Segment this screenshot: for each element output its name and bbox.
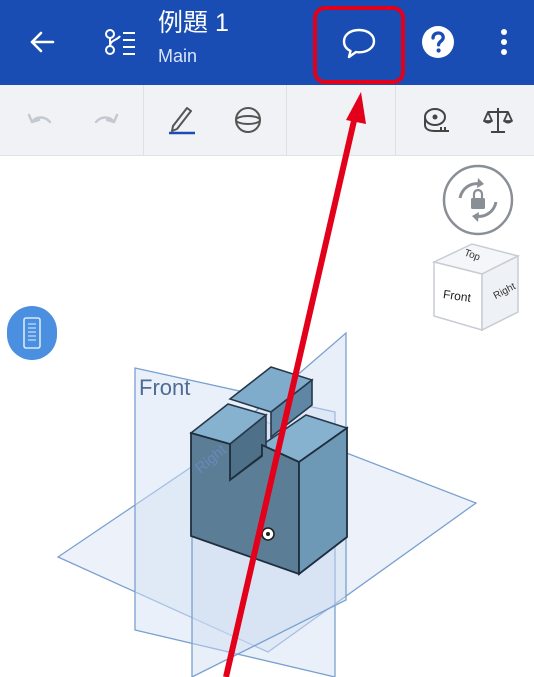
back-arrow-icon <box>30 31 55 53</box>
help-button[interactable] <box>416 20 460 64</box>
workspace-name[interactable]: Main <box>158 45 197 67</box>
view-rotation-lock-button[interactable] <box>440 162 516 238</box>
plane-tool-button[interactable] <box>216 85 280 155</box>
feature-list-icon <box>23 317 41 349</box>
3d-viewport[interactable]: Front Right Top Front Right <box>0 156 534 677</box>
document-title[interactable]: 例題 1 <box>158 8 229 38</box>
toolbar <box>0 85 534 156</box>
mass-properties-button[interactable] <box>468 85 528 155</box>
back-button[interactable] <box>20 22 64 62</box>
mass-properties-icon <box>483 108 513 133</box>
version-graph-icon <box>105 29 135 55</box>
toolbar-divider <box>286 85 287 155</box>
sketch-button[interactable] <box>150 85 214 155</box>
help-icon <box>422 26 454 58</box>
measure-tape-icon <box>424 108 449 132</box>
plane-sphere-icon <box>235 107 261 133</box>
undo-button[interactable] <box>8 85 72 155</box>
app-bar: 例題 1 Main <box>0 0 534 85</box>
front-plane-label: Front <box>139 375 191 400</box>
sketch-pencil-icon <box>169 107 195 135</box>
annotation-highlight-box <box>313 6 405 84</box>
measure-button[interactable] <box>405 85 465 155</box>
redo-button[interactable] <box>74 85 138 155</box>
feature-list-toggle-button[interactable] <box>7 306 57 360</box>
redo-icon <box>94 113 119 124</box>
more-vert-icon <box>501 29 507 55</box>
rotation-lock-icon <box>442 164 514 236</box>
more-menu-button[interactable] <box>488 20 520 64</box>
toolbar-divider <box>395 85 396 155</box>
toolbar-divider <box>143 85 144 155</box>
version-graph-button[interactable] <box>96 18 144 66</box>
undo-icon <box>27 113 52 124</box>
